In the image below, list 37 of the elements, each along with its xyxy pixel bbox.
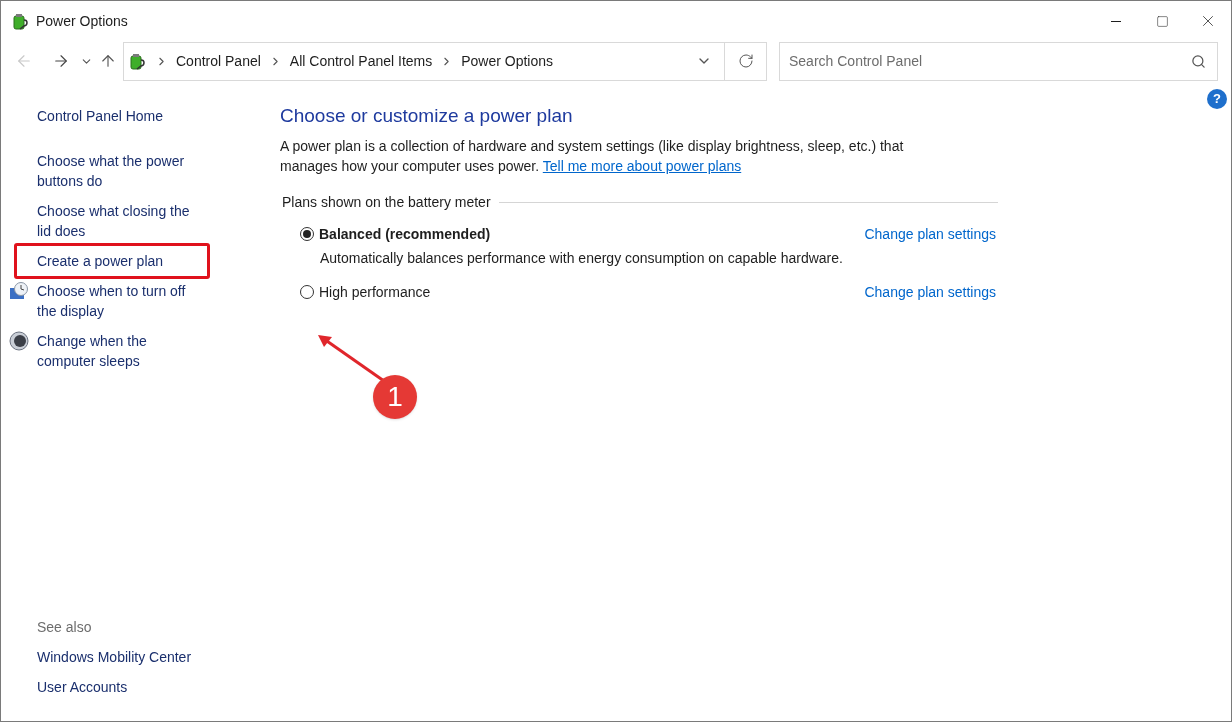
forward-arrow-icon (52, 52, 70, 70)
sidebar-link[interactable]: Control Panel Home (37, 106, 251, 126)
breadcrumb[interactable]: Power Options (461, 50, 554, 72)
help-button[interactable]: ? (1207, 89, 1227, 109)
sidebar-link[interactable]: Change when the computer sleeps (37, 331, 207, 371)
moon-icon (9, 331, 29, 351)
breadcrumb[interactable]: Control Panel (176, 50, 261, 72)
up-button[interactable] (99, 52, 117, 70)
intro-text: A power plan is a collection of hardware and system settings (like display brightness, sleep, etc.) that manages how your computer uses power. Tell me more about power plans (280, 137, 905, 176)
plan-description: Automatically balances performance with energy consumption on capable hardware. (320, 249, 844, 268)
refresh-icon (737, 53, 754, 69)
help-link[interactable]: Tell me more about power plans (542, 158, 742, 174)
change-plan-settings-link[interactable]: Change plan settings (864, 224, 996, 244)
search-icon (1191, 53, 1206, 69)
page-heading: Choose or customize a power plan (280, 104, 574, 128)
window-title: Power Options (36, 11, 128, 31)
sidebar-link[interactable]: Choose what the power buttons do (37, 151, 207, 191)
radio-button[interactable] (300, 227, 314, 241)
plan-name[interactable]: Balanced (recommended) (319, 224, 491, 244)
see-also-link[interactable]: Windows Mobility Center (37, 647, 251, 667)
forward-button[interactable] (52, 52, 70, 70)
maximize-icon (1155, 14, 1169, 28)
search-field[interactable]: Search Control Panel (779, 41, 1218, 81)
see-also-heading: See also (37, 618, 93, 637)
change-plan-settings-link[interactable]: Change plan settings (864, 282, 996, 302)
number-badge: 1 (373, 375, 417, 419)
see-also-link[interactable]: User Accounts (37, 677, 251, 697)
breadcrumb[interactable]: All Control Panel Items (289, 50, 433, 72)
plan-name[interactable]: High performance (319, 282, 431, 302)
clock-monitor-icon (9, 281, 29, 301)
sidebar-link[interactable]: Create a power plan (14, 243, 210, 279)
sidebar-link[interactable]: Choose when to turn off the display (37, 281, 207, 321)
group-label: Plans shown on the battery meter (282, 193, 491, 212)
address-bar[interactable]: Control Panel All Control Panel Items Power Options (123, 41, 725, 81)
sidebar-link[interactable]: Choose what closing the lid does (37, 201, 207, 241)
minimize-icon (1111, 20, 1121, 22)
radio-button[interactable] (300, 285, 314, 299)
